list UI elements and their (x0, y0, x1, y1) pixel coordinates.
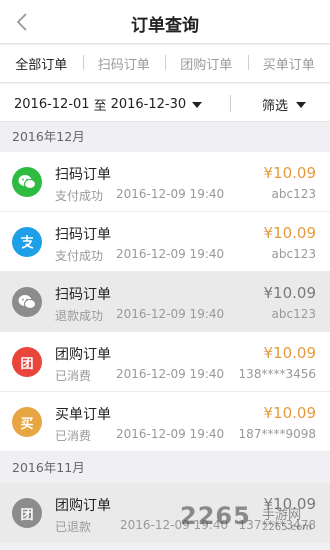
pay-bill-icon-glyph: 买 (20, 416, 34, 432)
divider (230, 95, 231, 112)
group-buy-icon-glyph: 团 (20, 356, 34, 372)
tab-pay-bill-orders[interactable]: 买单订单 (247, 54, 330, 73)
order-time: 2016-12-09 19:40 (116, 427, 225, 441)
order-title: 团购订单 (55, 347, 111, 363)
order-ref: 187****9098 (238, 427, 316, 441)
order-row[interactable]: 团 团购订单 已消费 2016-12-09 19:40 ¥10.09 138**… (0, 332, 330, 392)
filter-button[interactable]: 筛选 (262, 95, 307, 114)
order-amount: ¥10.09 (263, 344, 317, 362)
order-title: 买单订单 (55, 407, 111, 423)
watermark-url: 2265.com (262, 522, 312, 533)
page-title: 订单查询 (131, 16, 199, 36)
date-range-picker[interactable]: 2016-12-01 至 2016-12-30 (14, 95, 203, 114)
order-time: 2016-12-09 19:40 (116, 307, 225, 321)
caret-down-icon (296, 101, 307, 108)
order-status: 支付成功 (55, 249, 104, 263)
wechat-pay-icon (12, 167, 42, 197)
order-time: 2016-12-09 19:40 (116, 187, 225, 201)
start-date: 2016-12-01 (14, 97, 90, 112)
order-amount: ¥10.09 (263, 224, 317, 242)
group-buy-icon: 团 (12, 498, 42, 528)
nav-bar: 订单查询 (0, 0, 330, 44)
order-amount: ¥10.09 (263, 404, 317, 422)
order-status: 退款成功 (55, 309, 104, 323)
order-amount: ¥10.09 (263, 284, 317, 302)
order-time: 2016-12-09 19:40 (116, 367, 225, 381)
order-ref: 138****3456 (238, 367, 316, 381)
end-date: 2016-12-30 (110, 97, 187, 112)
order-ref: abc123 (271, 247, 316, 261)
tab-scan-orders[interactable]: 扫码订单 (82, 54, 166, 73)
order-row[interactable]: 扫码订单 退款成功 2016-12-09 19:40 ¥10.09 abc123 (0, 272, 330, 332)
order-title: 团购订单 (55, 498, 111, 514)
order-title: 扫码订单 (55, 227, 111, 243)
order-amount: ¥10.09 (263, 164, 317, 182)
order-query-screen: 订单查询 全部订单 扫码订单 团购订单 买单订单 2016-12-01 至 20… (0, 0, 330, 550)
order-type-tabs: 全部订单 扫码订单 团购订单 买单订单 (0, 45, 330, 83)
section-header: 2016年12月 (0, 122, 330, 152)
order-row[interactable]: 扫码订单 支付成功 2016-12-09 19:40 ¥10.09 abc123 (0, 152, 330, 212)
order-row[interactable]: 扫码订单 支付成功 2016-12-09 19:40 ¥10.09 abc123 (0, 212, 330, 272)
group-buy-icon: 团 (12, 347, 42, 377)
order-status: 已消费 (55, 369, 92, 383)
section-header: 2016年11月 (0, 453, 330, 483)
tab-all-orders[interactable]: 全部订单 (0, 54, 83, 73)
order-title: 扫码订单 (55, 167, 111, 183)
order-status: 支付成功 (55, 189, 104, 203)
group-buy-icon-glyph: 团 (20, 507, 34, 523)
watermark-text: 手游网 (262, 508, 302, 523)
order-status: 已退款 (55, 520, 92, 534)
watermark-logo: 2265 (180, 502, 251, 530)
caret-down-icon (192, 101, 203, 108)
filter-label: 筛选 (262, 99, 289, 114)
order-ref: abc123 (271, 307, 316, 321)
order-time: 2016-12-09 19:40 (116, 247, 225, 261)
date-separator: 至 (93, 99, 107, 114)
alipay-icon (12, 227, 42, 257)
order-ref: abc123 (271, 187, 316, 201)
wechat-pay-icon (12, 287, 42, 317)
pay-bill-icon: 买 (12, 407, 42, 437)
tab-group-buy-orders[interactable]: 团购订单 (165, 54, 248, 73)
order-title: 扫码订单 (55, 287, 111, 303)
watermark: 2265 手游网 2265.com (180, 498, 330, 550)
filter-bar: 2016-12-01 至 2016-12-30 筛选 (0, 84, 330, 122)
order-row[interactable]: 买 买单订单 已消费 2016-12-09 19:40 ¥10.09 187**… (0, 392, 330, 452)
order-status: 已消费 (55, 429, 92, 443)
